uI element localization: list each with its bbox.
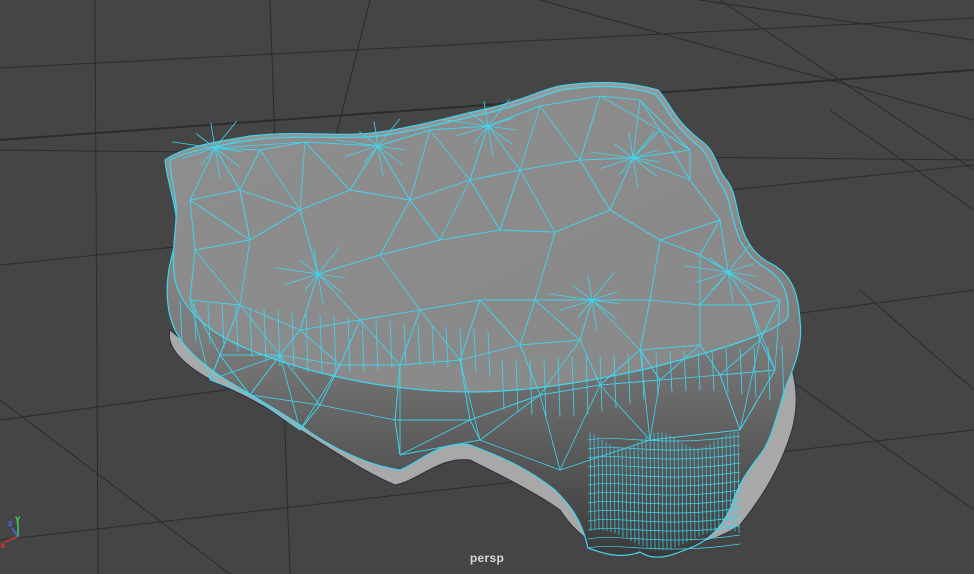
camera-name-label: persp bbox=[469, 551, 505, 565]
grid-line bbox=[94, 0, 99, 574]
y-axis-label: y bbox=[15, 514, 21, 523]
grid-line bbox=[789, 379, 974, 511]
z-axis-line bbox=[11, 527, 19, 538]
viewport-canvas[interactable]: y z x bbox=[0, 0, 974, 574]
axis-gizmo: y z x bbox=[0, 514, 21, 550]
z-axis-label: z bbox=[8, 519, 13, 528]
x-axis-label: x bbox=[0, 541, 6, 550]
grid-line bbox=[859, 289, 974, 391]
grid-line bbox=[334, 0, 371, 141]
grid-line bbox=[0, 399, 231, 574]
grid-line bbox=[0, 17, 974, 69]
mesh-top-face bbox=[169, 85, 789, 393]
perspective-viewport[interactable]: y z x persp bbox=[0, 0, 974, 574]
